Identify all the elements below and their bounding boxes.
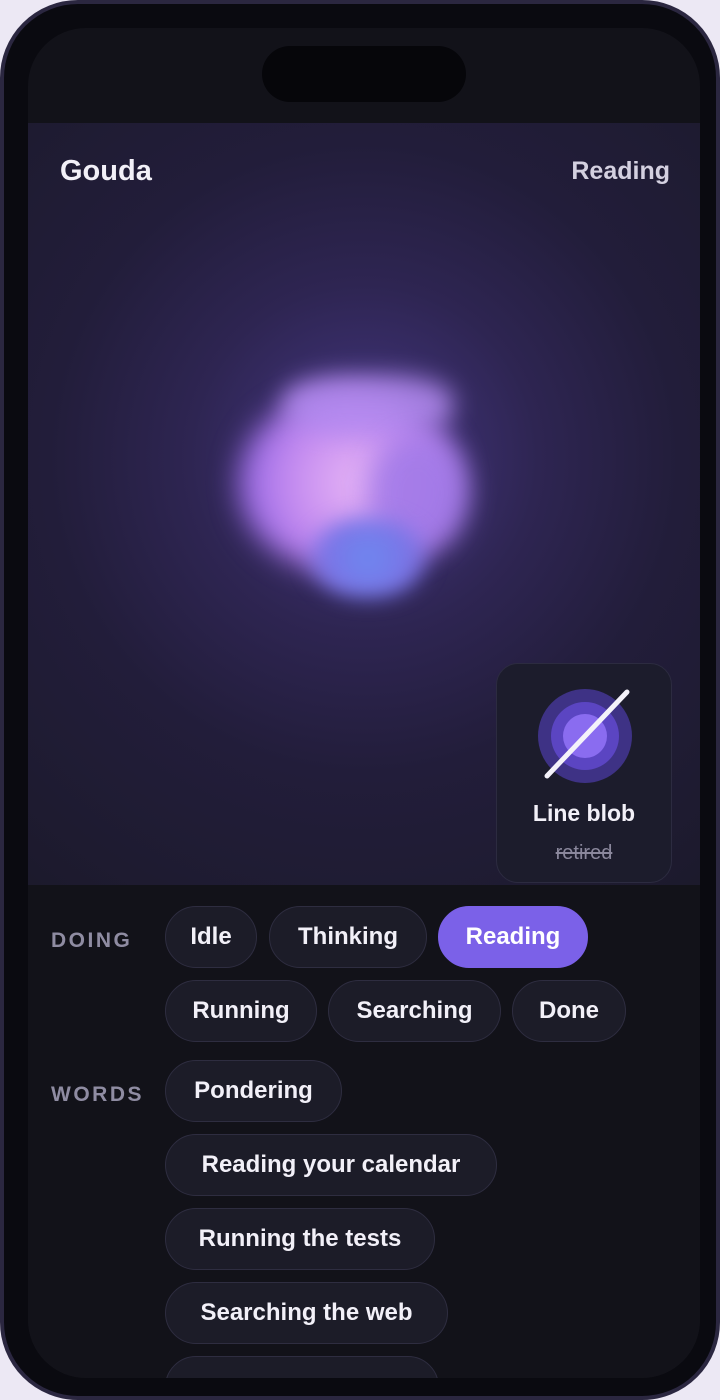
chip-partially-visible[interactable] <box>165 1356 439 1378</box>
chip-reading[interactable]: Reading <box>438 906 588 968</box>
chip-running-the-tests[interactable]: Running the tests <box>165 1208 435 1270</box>
blob-bottom-lobe <box>308 518 428 598</box>
chip-searching-the-web[interactable]: Searching the web <box>165 1282 448 1344</box>
blob-stage: Gouda Reading Line blob retired <box>28 123 700 885</box>
phone-frame: Gouda Reading Line blob retired DOING Id… <box>0 0 720 1400</box>
card-status: retired <box>555 842 613 864</box>
card-title: Line blob <box>532 800 636 826</box>
app-name: Gouda <box>60 155 152 187</box>
chip-pondering[interactable]: Pondering <box>165 1060 342 1122</box>
chip-searching[interactable]: Searching <box>328 980 501 1042</box>
chip-idle[interactable]: Idle <box>165 906 257 968</box>
current-state-label: Reading <box>571 157 670 185</box>
doing-label: DOING <box>51 929 133 952</box>
chip-done[interactable]: Done <box>512 980 626 1042</box>
controls-panel: DOING Idle Thinking Reading Running Sear… <box>28 885 700 1378</box>
chip-running[interactable]: Running <box>165 980 317 1042</box>
chip-thinking[interactable]: Thinking <box>269 906 427 968</box>
animated-blob <box>228 353 488 613</box>
screen: Gouda Reading Line blob retired DOING Id… <box>28 28 700 1378</box>
blob-top-lobe <box>283 375 453 435</box>
dynamic-island <box>262 46 466 102</box>
line-blob-icon <box>538 689 632 783</box>
words-label: WORDS <box>51 1083 144 1106</box>
blob-style-card[interactable]: Line blob retired <box>496 663 672 883</box>
chip-reading-your-calendar[interactable]: Reading your calendar <box>165 1134 497 1196</box>
